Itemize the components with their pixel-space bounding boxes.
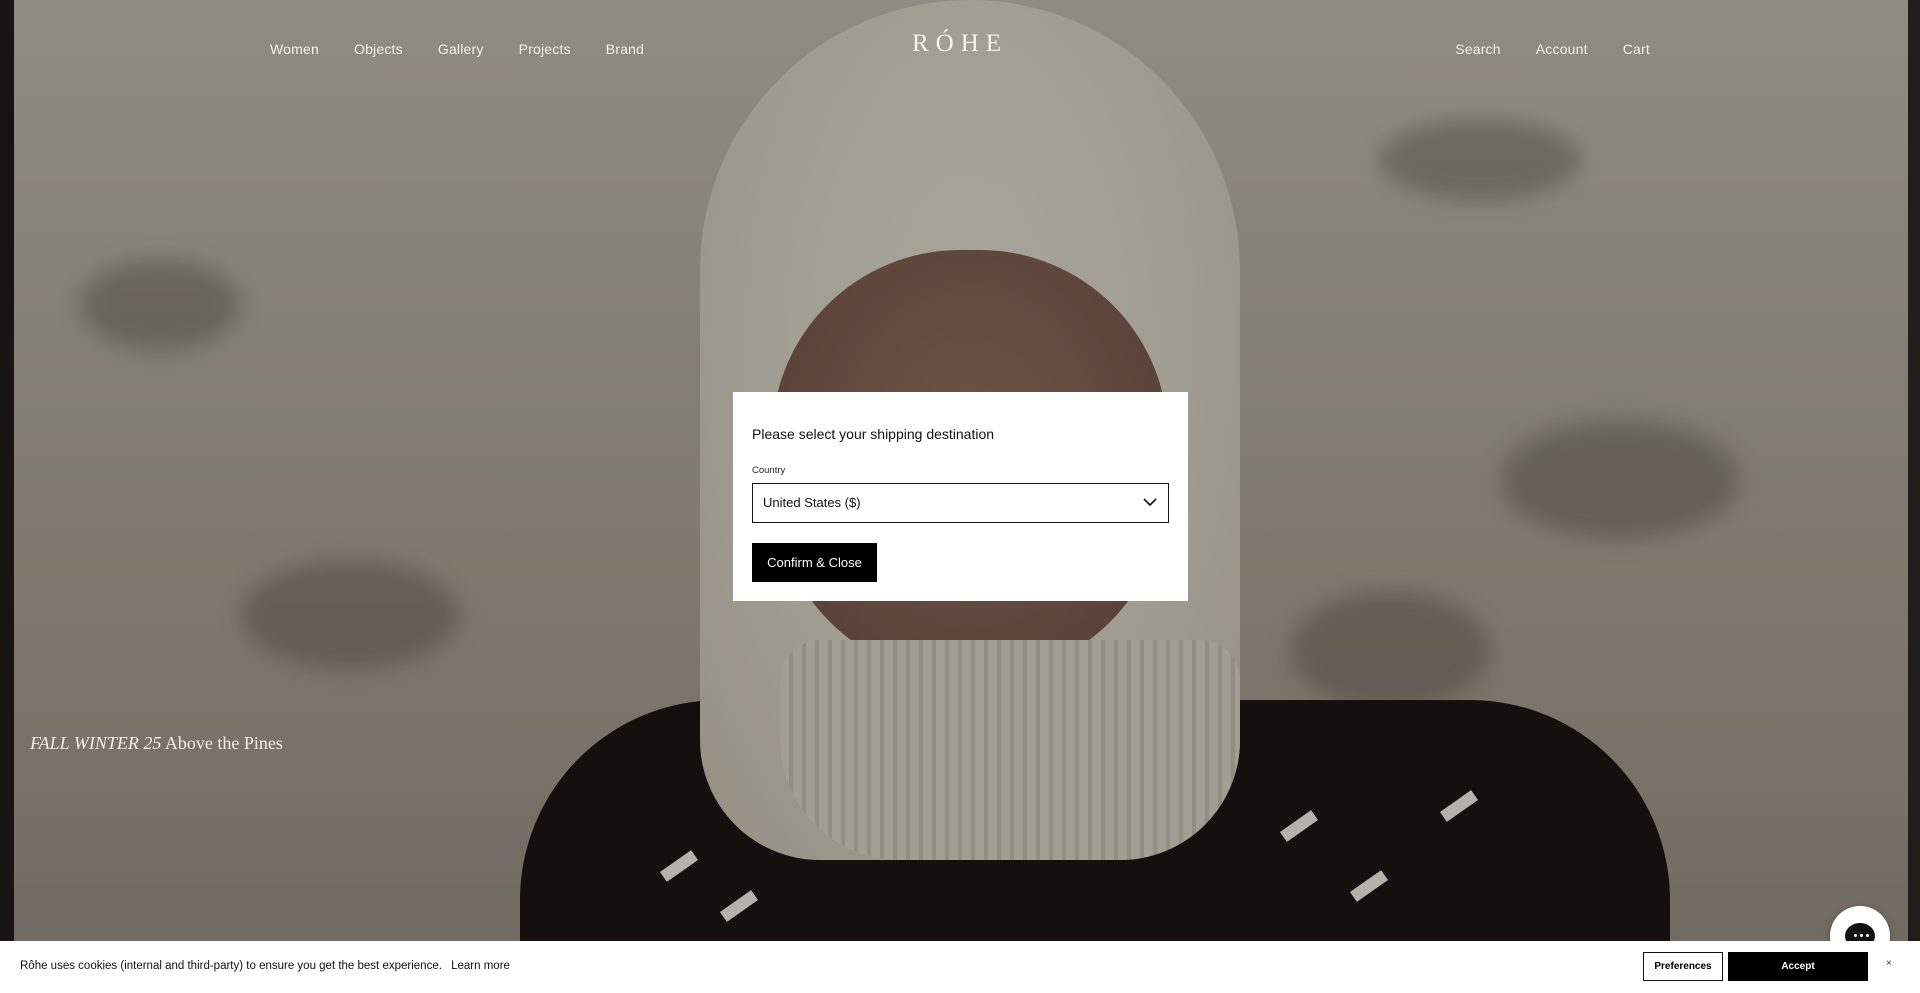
country-select[interactable]: United States ($) (752, 483, 1169, 523)
nav-item-cart[interactable]: Cart (1623, 41, 1650, 57)
cookie-preferences-button[interactable]: Preferences (1643, 952, 1723, 981)
chevron-down-icon (1143, 498, 1157, 507)
campaign-title: Above the Pines (164, 733, 283, 753)
utility-nav: Search Account Cart (1420, 41, 1650, 57)
cookie-accept-button[interactable]: Accept (1728, 952, 1868, 981)
close-icon[interactable]: × (1886, 958, 1892, 969)
nav-item-account[interactable]: Account (1536, 41, 1588, 57)
nav-item-search[interactable]: Search (1455, 41, 1501, 57)
country-select-value: United States ($) (763, 495, 861, 510)
modal-title: Please select your shipping destination (752, 426, 995, 442)
cookie-banner: Rôhe uses cookies (internal and third-pa… (0, 941, 1920, 993)
country-label: Country (752, 465, 786, 476)
shipping-destination-modal: Please select your shipping destination … (733, 392, 1188, 601)
confirm-close-button[interactable]: Confirm & Close (752, 543, 877, 582)
site-header: Women Objects Gallery Projects Brand RÓH… (0, 0, 1920, 100)
learn-more-link[interactable]: Learn more (451, 960, 510, 972)
campaign-caption[interactable]: FALL WINTER 25 Above the Pines (30, 733, 283, 754)
cookie-message: Rôhe uses cookies (internal and third-pa… (20, 960, 442, 972)
campaign-season: FALL WINTER 25 (30, 733, 162, 753)
cookie-message-row: Rôhe uses cookies (internal and third-pa… (20, 960, 510, 972)
